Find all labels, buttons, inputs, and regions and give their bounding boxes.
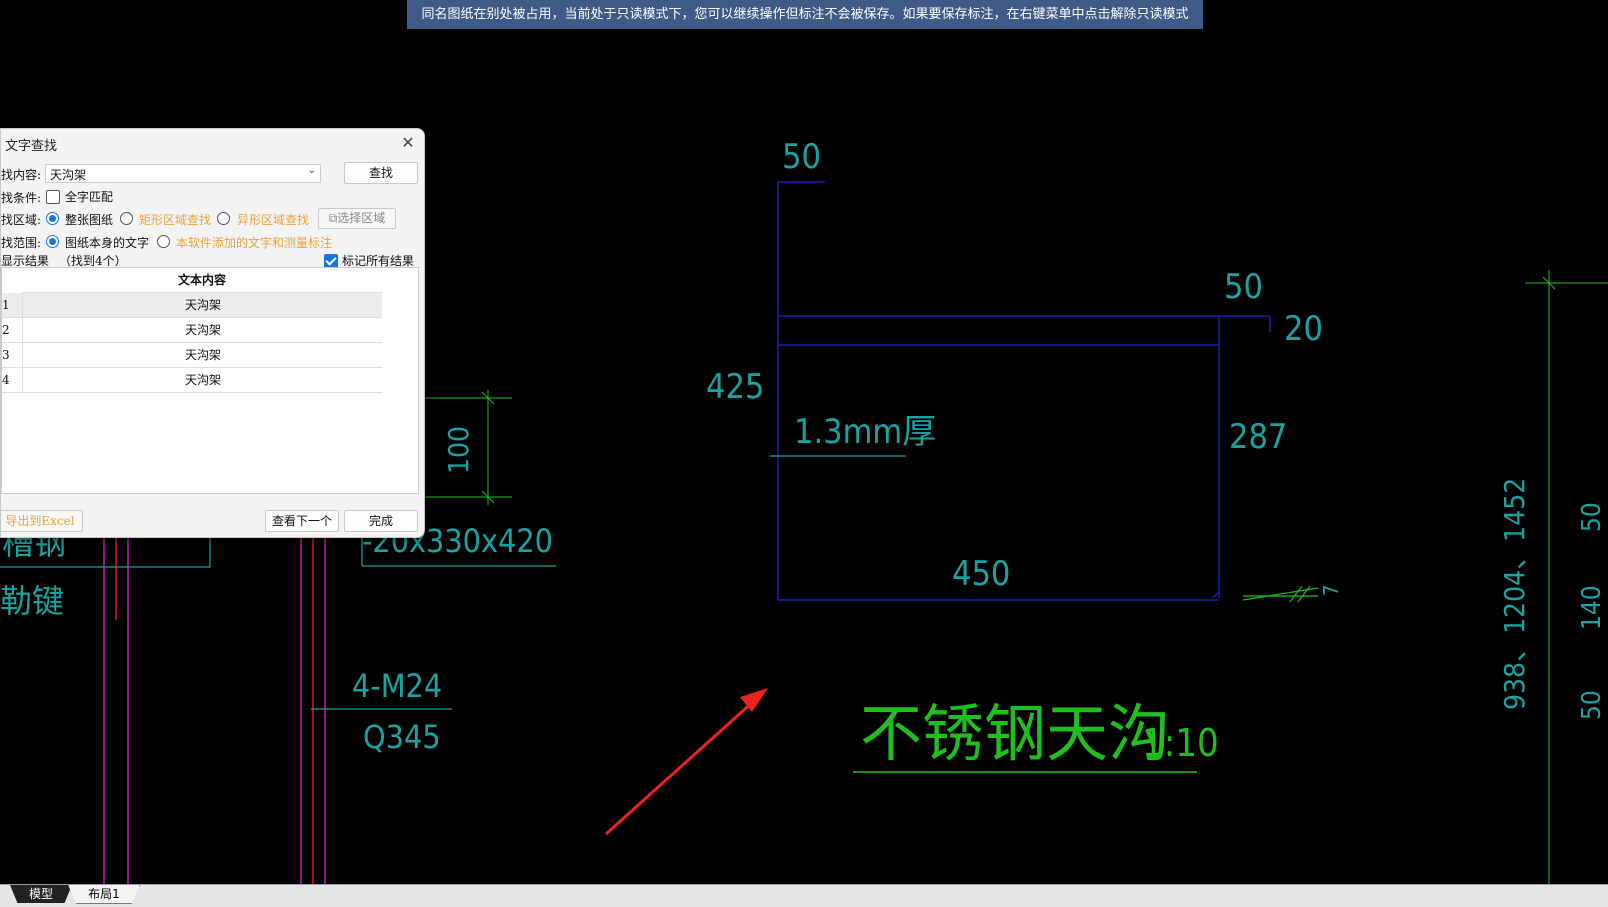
weld-mark-text: 7 (1319, 585, 1343, 596)
table-row[interactable]: 2 天沟架 (2, 318, 382, 343)
dim-100-text: 100 (442, 426, 475, 474)
whole-word-label: 全字匹配 (65, 190, 114, 204)
grade-text: Q345 (363, 718, 441, 756)
area-irregular-label: 异形区域查找 (237, 213, 310, 227)
condition-label: 找条件: (1, 191, 42, 205)
right-dim-text: 50 (1577, 502, 1607, 532)
text-search-dialog: 文字查找 ✕ 找内容: 天沟架 ⌄ 查找 找条件: 全字匹配 找区域: 整张图纸… (0, 128, 425, 538)
mark-all-checkbox[interactable] (324, 254, 338, 268)
dim-287-text: 287 (1229, 417, 1287, 457)
readonly-banner: 同名图纸在别处被占用，当前处于只读模式下，您可以继续操作但标注不会被保存。如果要… (407, 0, 1203, 29)
scope-drawing-radio[interactable] (46, 235, 59, 248)
area-whole-label: 整张图纸 (65, 213, 114, 227)
area-whole-radio[interactable] (46, 212, 59, 225)
area-irregular-radio[interactable] (217, 212, 230, 225)
select-area-button[interactable]: ⧉选择区域 (318, 208, 396, 229)
row-index: 2 (2, 323, 10, 337)
left-text-2: 勒键 (0, 582, 64, 620)
dialog-title: 文字查找 (5, 138, 58, 153)
area-rect-label: 矩形区域查找 (139, 213, 212, 227)
dim-50-right-text: 50 (1224, 267, 1263, 307)
select-area-icon: ⧉ (328, 211, 338, 225)
next-result-button[interactable]: 查看下一个 (265, 510, 339, 532)
close-icon[interactable]: ✕ (398, 133, 418, 153)
table-row[interactable]: 3 天沟架 (2, 343, 382, 368)
whole-word-checkbox[interactable] (46, 190, 60, 204)
row-index: 1 (2, 298, 10, 312)
done-button[interactable]: 完成 (344, 510, 418, 532)
gutter-outline (1212, 591, 1220, 599)
tab-model[interactable]: 模型 (10, 885, 72, 903)
row-index: 4 (2, 373, 10, 387)
scope-label: 找范围: (1, 236, 42, 250)
bolt-spec-text: 4-M24 (352, 667, 442, 705)
select-area-label: 选择区域 (337, 211, 386, 225)
search-content-label: 找内容: (1, 168, 42, 182)
area-rect-radio[interactable] (120, 212, 133, 225)
scope-added-radio[interactable] (157, 235, 170, 248)
right-dim-text: 50 (1577, 690, 1607, 720)
drawing-scale: 1:10 (1142, 721, 1219, 765)
search-input-value: 天沟架 (50, 168, 87, 182)
export-excel-button[interactable]: 导出到Excel (1, 510, 83, 532)
row-text: 天沟架 (22, 293, 383, 317)
row-text: 天沟架 (22, 318, 383, 342)
area-label: 找区域: (1, 213, 42, 227)
find-button[interactable]: 查找 (344, 162, 418, 184)
dim-425-text: 425 (706, 367, 764, 407)
row-text: 天沟架 (22, 368, 383, 392)
right-vertical-text: 938、1204、1452 (1498, 478, 1531, 710)
layout-tab-bar: 模型 布局1 (0, 884, 1608, 907)
drawing-title: 不锈钢天沟 (860, 697, 1170, 770)
row-index: 3 (2, 348, 10, 362)
row-text: 天沟架 (22, 343, 383, 367)
chevron-down-icon[interactable]: ⌄ (308, 165, 316, 176)
results-table: 文本内容 1 天沟架 2 天沟架 3 天沟架 4 天沟架 (1, 267, 419, 494)
dim-20-text: 20 (1284, 309, 1323, 349)
table-header: 文本内容 (22, 268, 382, 293)
tab-layout1[interactable]: 布局1 (68, 885, 140, 904)
dim-50-top-text: 50 (782, 137, 821, 177)
thickness-text: 1.3mm厚 (794, 412, 936, 452)
table-row[interactable]: 4 天沟架 (2, 368, 382, 393)
scope-drawing-label: 图纸本身的文字 (65, 236, 150, 250)
scope-added-label: 本软件添加的文字和测量标注 (176, 236, 333, 250)
pointer-arrow-line (604, 698, 757, 836)
search-input[interactable]: 天沟架 ⌄ (45, 164, 321, 183)
right-dim-text: 140 (1577, 585, 1607, 630)
dim-450-text: 450 (952, 554, 1010, 594)
table-row[interactable]: 1 天沟架 (2, 293, 382, 318)
